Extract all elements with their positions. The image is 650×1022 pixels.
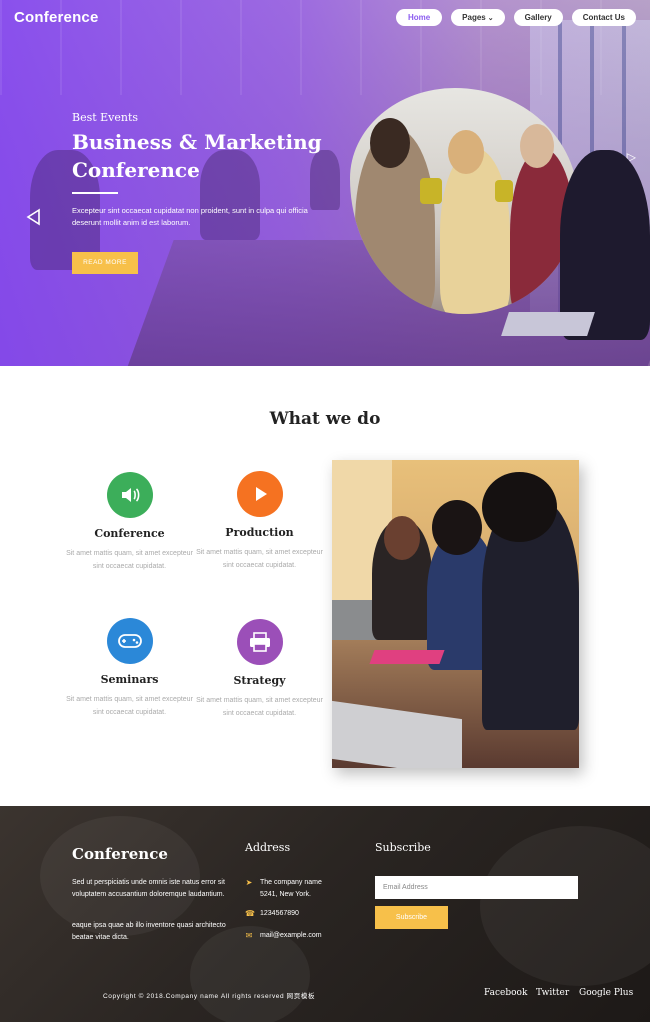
service-description: Sit amet mattis quam, sit amet excepteur…	[196, 697, 323, 717]
subscribe-email-input[interactable]: Email Address	[375, 876, 578, 899]
service-title: Conference	[94, 527, 165, 540]
service-seminars: Seminars Sit amet mattis quam, sit amet …	[62, 618, 197, 719]
hero-image-head	[520, 124, 554, 168]
footer-about-text: Sed ut perspiciatis unde omnis iste natu…	[72, 879, 225, 898]
nav-contact[interactable]: Contact Us	[571, 9, 636, 26]
service-description: Sit amet mattis quam, sit amet excepteur…	[66, 696, 193, 716]
hero-kicker: Best Events	[72, 111, 139, 124]
chevron-down-icon: ⌄	[487, 15, 494, 22]
google-plus-link[interactable]: Google Plus	[579, 988, 633, 998]
hero-divider	[72, 192, 118, 194]
nav-gallery[interactable]: Gallery	[513, 9, 563, 26]
hero-image-head	[448, 130, 484, 174]
facebook-link[interactable]: Facebook	[484, 988, 527, 998]
service-description: Sit amet mattis quam, sit amet excepteur…	[196, 549, 323, 569]
hero-description: Excepteur sint occaecat cupidatat non pr…	[72, 206, 308, 227]
services-title: What we do	[269, 409, 381, 429]
footer-background-shape	[480, 826, 650, 986]
phone-row: ☎ 1234567890	[245, 908, 299, 920]
hero-title: Business & Marketing Conference	[72, 130, 322, 182]
laptop-icon	[501, 312, 595, 336]
site-logo[interactable]: Conference	[14, 9, 99, 26]
twitter-link[interactable]: Twitter	[536, 988, 569, 998]
nav-home[interactable]: Home	[395, 9, 443, 26]
footer-background-shape	[40, 816, 200, 936]
gamepad-icon	[106, 618, 153, 664]
service-strategy: Strategy Sit amet mattis quam, sit amet …	[192, 619, 327, 720]
envelope-icon: ✉	[245, 931, 253, 940]
service-title: Production	[225, 526, 294, 539]
play-icon	[236, 471, 283, 517]
email-text[interactable]: mail@example.com	[260, 930, 322, 942]
nav-pages-label: Pages	[462, 13, 486, 22]
address-line-1: The company name	[260, 879, 322, 886]
location-arrow-icon: ➤	[245, 878, 253, 887]
subscribe-button[interactable]: Subscribe	[375, 906, 448, 929]
main-nav: Home Pages ⌄ Gallery Contact Us	[395, 9, 636, 26]
address-line-2: 5241, New York.	[260, 890, 311, 898]
subscribe-title: Subscribe	[375, 841, 431, 854]
image-head	[384, 516, 420, 560]
nav-pages[interactable]: Pages ⌄	[451, 9, 505, 26]
service-description: Sit amet mattis quam, sit amet excepteur…	[66, 550, 193, 570]
mug-icon	[420, 178, 442, 204]
hero-section: Conference Home Pages ⌄ Gallery Contact U…	[0, 0, 650, 366]
image-notebook	[369, 650, 445, 664]
footer-logo[interactable]: Conference	[72, 845, 168, 863]
printer-icon	[236, 619, 283, 665]
copyright-text: Copyright © 2018.Company name All rights…	[103, 993, 316, 1000]
hero-image	[350, 88, 578, 314]
phone-text: 1234567890	[260, 910, 299, 917]
hero-image-head	[370, 118, 410, 168]
service-production: Production Sit amet mattis quam, sit ame…	[192, 471, 327, 572]
service-title: Strategy	[233, 674, 286, 687]
hero-image-person	[440, 148, 510, 314]
address-row: ➤ The company name 5241, New York.	[245, 877, 322, 900]
image-head	[482, 472, 557, 542]
email-row: ✉ mail@example.com	[245, 930, 322, 942]
team-meeting-image	[332, 460, 579, 768]
address-text: The company name 5241, New York.	[260, 877, 322, 900]
footer-about-text-2: eaque ipsa quae ab illo inventore quasi …	[72, 922, 226, 941]
service-conference: Conference Sit amet mattis quam, sit ame…	[62, 472, 197, 573]
prev-arrow-icon[interactable]	[24, 207, 44, 227]
speaker-icon	[106, 472, 153, 518]
laptop-icon	[332, 700, 462, 768]
phone-icon: ☎	[245, 909, 255, 918]
address-title: Address	[245, 841, 291, 854]
service-title: Seminars	[100, 673, 159, 686]
image-head	[432, 500, 482, 555]
read-more-button[interactable]: READ MORE	[72, 252, 138, 274]
mug-icon	[495, 180, 513, 202]
